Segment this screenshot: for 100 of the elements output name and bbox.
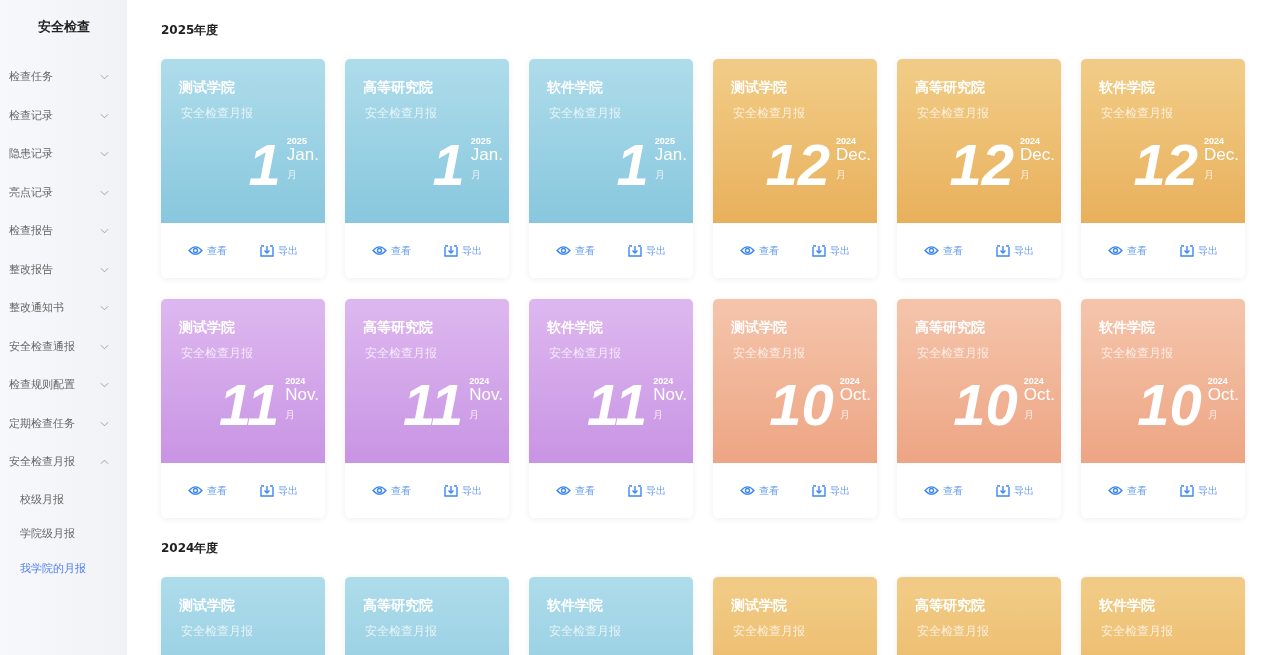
month-abbr: Nov. xyxy=(469,386,503,404)
report-subtitle: 安全检查月报 xyxy=(365,345,438,362)
year-label: 2024 xyxy=(469,376,491,386)
export-link[interactable]: 导出 xyxy=(444,483,483,498)
report-subtitle: 安全检查月报 xyxy=(365,105,438,122)
view-link[interactable]: 查看 xyxy=(1107,243,1147,258)
view-link[interactable]: 查看 xyxy=(555,243,595,258)
menu-item[interactable]: 定期检查任务 xyxy=(0,404,127,443)
download-icon xyxy=(260,244,275,257)
export-link[interactable]: 导出 xyxy=(812,483,851,498)
month-number: 11 xyxy=(219,376,280,434)
sidebar-title: 安全检查 xyxy=(36,18,91,36)
menu-item[interactable]: 安全检查月报 xyxy=(0,443,127,482)
eye-icon xyxy=(923,245,939,256)
view-link[interactable]: 查看 xyxy=(187,243,227,258)
month-unit: 月 xyxy=(470,168,482,182)
report-subtitle: 安全检查月报 xyxy=(181,105,254,122)
month-abbr: Jan. xyxy=(470,146,503,164)
export-link[interactable]: 导出 xyxy=(444,243,483,258)
month-abbr: Dec. xyxy=(1204,146,1239,164)
month-abbr: Dec. xyxy=(836,146,871,164)
view-link[interactable]: 查看 xyxy=(739,483,779,498)
college-name: 高等研究院 xyxy=(363,319,434,337)
export-link[interactable]: 导出 xyxy=(628,243,667,258)
report-subtitle: 安全检查月报 xyxy=(1101,623,1174,640)
college-name: 测试学院 xyxy=(179,597,236,615)
eye-icon xyxy=(923,485,939,496)
view-link[interactable]: 查看 xyxy=(371,243,411,258)
month-abbr: Nov. xyxy=(653,386,687,404)
college-name: 测试学院 xyxy=(731,597,788,615)
year-label: 2025 xyxy=(654,136,676,146)
view-link[interactable]: 查看 xyxy=(1107,483,1147,498)
year-label: 2024 xyxy=(285,376,307,386)
export-link[interactable]: 导出 xyxy=(260,483,299,498)
month-number: 10 xyxy=(1137,376,1202,434)
menu-item[interactable]: 检查规则配置 xyxy=(0,366,127,405)
year-label: 2024 xyxy=(1204,136,1226,146)
export-link[interactable]: 导出 xyxy=(1180,243,1219,258)
college-name: 高等研究院 xyxy=(915,597,986,615)
report-subtitle: 安全检查月报 xyxy=(917,345,990,362)
eye-icon xyxy=(739,245,755,256)
month-unit: 月 xyxy=(653,408,665,422)
menu-item[interactable]: 整改通知书 xyxy=(0,289,127,328)
year-label: 2024 xyxy=(1020,136,1042,146)
export-link[interactable]: 导出 xyxy=(996,243,1035,258)
college-name: 软件学院 xyxy=(1099,79,1156,97)
menu-item[interactable]: 亮点记录 xyxy=(0,173,127,212)
menu-item[interactable]: 隐患记录 xyxy=(0,135,127,174)
college-name: 软件学院 xyxy=(547,79,604,97)
view-link[interactable]: 查看 xyxy=(555,483,595,498)
export-link[interactable]: 导出 xyxy=(260,243,299,258)
month-unit: 月 xyxy=(839,408,851,422)
report-subtitle: 安全检查月报 xyxy=(549,345,622,362)
month-unit: 月 xyxy=(286,168,298,182)
eye-icon xyxy=(187,245,203,256)
submenu-item[interactable]: 校级月报 xyxy=(0,481,127,516)
download-icon xyxy=(444,484,459,497)
eye-icon xyxy=(555,485,571,496)
submenu-item[interactable]: 我学院的月报 xyxy=(0,550,127,585)
month-abbr: Oct. xyxy=(839,386,871,404)
view-link[interactable]: 查看 xyxy=(739,243,779,258)
month-number: 12 xyxy=(1133,136,1199,194)
month-unit: 月 xyxy=(1020,168,1032,182)
month-unit: 月 xyxy=(1207,408,1219,422)
download-icon xyxy=(812,244,827,257)
view-link[interactable]: 查看 xyxy=(923,243,963,258)
year-label: 2025 xyxy=(470,136,492,146)
month-unit: 月 xyxy=(654,168,666,182)
year-label: 2024 xyxy=(1023,376,1045,386)
menu-item[interactable]: 安全检查通报 xyxy=(0,327,127,366)
year-label: 2024 xyxy=(839,376,861,386)
export-link[interactable]: 导出 xyxy=(812,243,851,258)
month-unit: 月 xyxy=(469,408,481,422)
submenu-item[interactable]: 学院级月报 xyxy=(0,516,127,551)
month-abbr: Jan. xyxy=(654,146,687,164)
view-link[interactable]: 查看 xyxy=(371,483,411,498)
eye-icon xyxy=(555,245,571,256)
college-name: 高等研究院 xyxy=(915,79,986,97)
view-link[interactable]: 查看 xyxy=(923,483,963,498)
college-name: 测试学院 xyxy=(179,319,236,337)
view-link[interactable]: 查看 xyxy=(187,483,227,498)
download-icon xyxy=(812,484,827,497)
month-number: 11 xyxy=(403,376,464,434)
report-subtitle: 安全检查月报 xyxy=(733,623,806,640)
download-icon xyxy=(996,244,1011,257)
section-title: 2024年度 xyxy=(161,540,220,556)
menu-item[interactable]: 检查记录 xyxy=(0,96,127,135)
report-subtitle: 安全检查月报 xyxy=(549,623,622,640)
menu-item[interactable]: 整改报告 xyxy=(0,250,127,289)
report-subtitle: 安全检查月报 xyxy=(1101,105,1174,122)
report-subtitle: 安全检查月报 xyxy=(549,105,622,122)
export-link[interactable]: 导出 xyxy=(1180,483,1219,498)
export-link[interactable]: 导出 xyxy=(996,483,1035,498)
menu-item[interactable]: 检查任务 xyxy=(0,58,127,97)
menu-item[interactable]: 检查报告 xyxy=(0,212,127,251)
export-link[interactable]: 导出 xyxy=(628,483,667,498)
year-label: 2024 xyxy=(653,376,675,386)
college-name: 软件学院 xyxy=(547,319,604,337)
report-subtitle: 安全检查月报 xyxy=(917,623,990,640)
year-label: 2025 xyxy=(286,136,308,146)
